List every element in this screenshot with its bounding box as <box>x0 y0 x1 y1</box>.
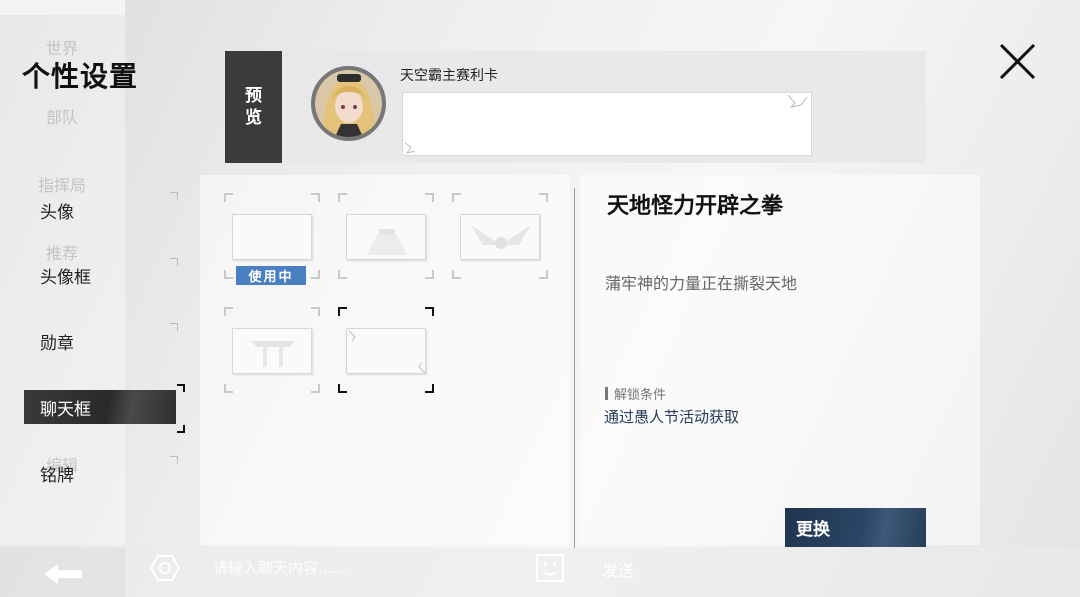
settings-hex-icon[interactable] <box>150 554 180 582</box>
nav-bracket <box>170 258 178 266</box>
nav-item-label: 头像 <box>40 202 74 223</box>
preview-label-text: 预览 <box>245 86 262 128</box>
chat-frame-thumbnail <box>232 328 312 374</box>
close-icon <box>999 43 1036 80</box>
nav-item-nameplate[interactable]: 铭牌 <box>24 456 176 490</box>
change-button-label: 更换 <box>796 520 830 540</box>
detail-description: 蒲牢神的力量正在撕裂天地 <box>605 274 798 293</box>
corner-bracket <box>338 270 347 279</box>
back-arrow-icon <box>44 564 82 584</box>
page-title: 个性设置 <box>22 60 139 93</box>
gate-pattern-icon <box>251 341 295 367</box>
unlock-condition-value: 通过愚人节活动获取 <box>604 408 740 426</box>
corner-bracket <box>338 307 347 316</box>
corner-bracket <box>311 384 320 393</box>
chat-frame-thumbnail <box>460 214 540 260</box>
corner-bracket <box>425 307 434 316</box>
nav-bracket-active <box>177 425 185 433</box>
chat-input[interactable] <box>213 556 513 580</box>
chat-frame-option[interactable] <box>338 193 434 279</box>
cracked-corner-decoration <box>404 94 808 154</box>
skyline-pattern-icon <box>367 229 407 255</box>
corner-bracket <box>311 193 320 202</box>
chat-frame-thumbnail <box>232 214 312 260</box>
corner-bracket <box>224 384 233 393</box>
unlock-condition-label: 解锁条件 <box>605 384 666 403</box>
corner-bracket <box>425 193 434 202</box>
corner-bracket <box>311 270 320 279</box>
chat-bubble-preview <box>402 92 812 156</box>
chat-frame-option-selected[interactable] <box>338 307 434 393</box>
corner-bracket <box>224 193 233 202</box>
nav-item-medal[interactable]: 勋章 <box>24 324 176 358</box>
nav-bracket <box>170 323 178 331</box>
unlock-label-text: 解锁条件 <box>614 388 667 403</box>
chat-frame-option[interactable] <box>224 307 320 393</box>
corner-bracket <box>311 307 320 316</box>
avatar <box>311 66 386 141</box>
nav-bracket <box>170 192 178 200</box>
nav-item-label: 聊天框 <box>40 399 91 420</box>
change-button[interactable]: 更换 <box>785 508 926 547</box>
corner-bracket <box>338 384 347 393</box>
chat-frame-option[interactable] <box>452 193 548 279</box>
nav-item-avatar[interactable]: 头像 <box>24 193 176 227</box>
detail-title: 天地怪力开辟之拳 <box>607 194 784 219</box>
in-use-badge: 使用中 <box>236 266 306 285</box>
panel-divider <box>574 188 575 548</box>
detail-panel-bg <box>580 175 980 545</box>
nav-item-chat-frame[interactable]: 聊天框 <box>24 390 176 424</box>
corner-bracket <box>425 384 434 393</box>
wings-pattern-icon <box>471 225 531 249</box>
corner-bracket <box>452 270 461 279</box>
corner-bracket <box>224 307 233 316</box>
corner-bracket <box>224 270 233 279</box>
nav-item-label: 勋章 <box>40 333 74 354</box>
corner-bracket <box>539 270 548 279</box>
nav-item-label: 头像框 <box>40 267 91 288</box>
top-left-shard <box>0 0 125 15</box>
back-button[interactable] <box>0 548 126 597</box>
bg-menu-team: 部队 <box>46 108 79 127</box>
nav-bracket <box>170 456 178 464</box>
close-button[interactable] <box>996 40 1040 84</box>
chat-frame-thumbnail <box>346 328 426 374</box>
avatar-portrait-icon <box>315 70 382 137</box>
nav-item-avatar-frame[interactable]: 头像框 <box>24 258 176 292</box>
chat-frame-thumbnail <box>346 214 426 260</box>
emoji-icon[interactable] <box>535 553 565 583</box>
corner-bracket <box>539 193 548 202</box>
corner-bracket <box>425 270 434 279</box>
corner-bracket <box>452 193 461 202</box>
corner-bracket <box>338 193 347 202</box>
nav-item-label: 铭牌 <box>40 465 74 486</box>
preview-label: 预览 <box>225 51 282 163</box>
send-button[interactable]: 发送 <box>602 557 634 581</box>
cracked-frame-icon <box>348 330 426 374</box>
label-bar <box>605 387 608 400</box>
player-name: 天空霸主赛利卡 <box>400 68 498 84</box>
nav-bracket-active <box>177 384 185 392</box>
